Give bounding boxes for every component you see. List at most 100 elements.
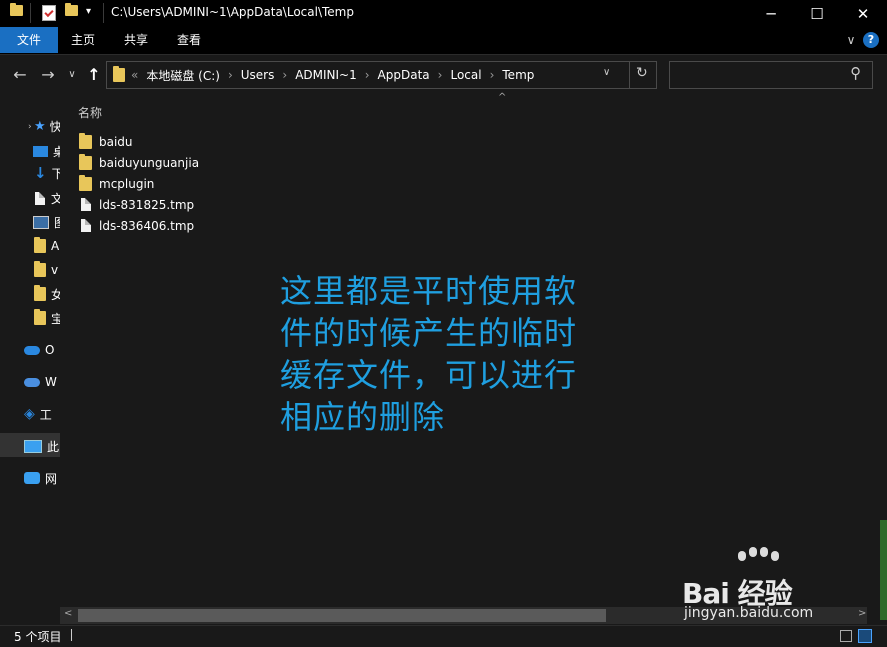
list-item[interactable]: mcplugin [78,173,154,194]
sort-ascending-icon: ^ [498,92,507,103]
sidebar-item-quick-access[interactable]: ★ 快 [34,115,62,137]
recent-locations-button[interactable]: ∨ [65,55,79,95]
sidebar-item-wps[interactable]: W [24,371,57,393]
search-icon[interactable]: ⚲ [850,64,861,82]
properties-icon[interactable] [42,5,56,21]
sidebar-item-network[interactable]: 网 [24,467,57,489]
workbench-icon: ◈ [24,406,35,422]
divider [103,3,104,23]
watermark-url: jingyan.baidu.com [684,605,814,621]
column-header-name[interactable]: 名称 [78,104,102,121]
maximize-button[interactable]: ☐ [794,0,840,27]
file-icon [78,219,93,232]
scroll-right-button[interactable]: > [858,608,866,619]
customize-toolbar-icon[interactable]: ▾ [86,6,91,17]
breadcrumb-overflow[interactable]: « [131,68,138,82]
sidebar-item-label: v [51,263,59,277]
sidebar-item-this-pc[interactable]: 此 [24,435,59,457]
file-icon [78,198,93,211]
breadcrumb-local[interactable]: Local [450,68,481,82]
ribbon-expand-icon[interactable]: ∨ [842,27,860,53]
file-name: mcplugin [99,176,155,191]
annotation-text: 这里都是平时使用软件的时候产生的临时缓存文件，可以进行相应的删除 [280,272,578,436]
breadcrumb-appdata[interactable]: AppData [378,68,430,82]
download-icon: ↓ [34,164,47,182]
sidebar-item-onedrive[interactable]: O [24,339,54,361]
list-item[interactable]: baidu [78,131,133,152]
desktop-icon [33,145,48,157]
folder-icon [34,309,46,325]
list-item[interactable]: lds-836406.tmp [78,215,194,236]
tab-view[interactable]: 查看 [163,27,215,53]
document-icon [35,191,45,205]
minimize-button[interactable]: ─ [748,0,794,27]
forward-button[interactable]: → [38,55,58,95]
sidebar-item-folder[interactable]: v [34,259,58,281]
back-button[interactable]: ← [10,55,30,95]
breadcrumb-separator[interactable]: › [438,68,443,82]
sidebar-item-label: 工 [39,407,52,422]
network-icon [24,472,40,484]
sidebar-item-label: W [45,375,57,389]
breadcrumb-separator[interactable]: › [365,68,370,82]
chevron-right-icon[interactable]: › [28,122,32,132]
folder-icon [78,153,93,170]
search-input[interactable] [669,61,873,89]
paw-logo-icon [738,547,779,561]
this-pc-icon [24,439,42,453]
divider [71,629,72,641]
address-bar[interactable]: « 本地磁盘 (C:) › Users › ADMINI~1 › AppData… [106,61,657,89]
window-title: C:\Users\ADMINI~1\AppData\Local\Temp [111,5,354,19]
file-name: baidu [99,134,133,149]
list-item[interactable]: baiduyunguanjia [78,152,199,173]
tab-file[interactable]: 文件 [0,27,58,53]
star-icon: ★ [34,118,46,134]
file-name: lds-836406.tmp [99,218,195,233]
tab-home[interactable]: 主页 [58,27,108,53]
sidebar-item-folder[interactable]: 女 [34,283,63,305]
onedrive-icon [24,345,40,355]
picture-icon [33,215,49,229]
breadcrumb-users[interactable]: Users [241,68,275,82]
folder-icon [78,132,93,149]
sidebar-item-folder[interactable]: 宝 [34,307,63,329]
large-icons-view-icon[interactable] [858,629,872,643]
divider [629,62,630,88]
folder-icon [78,174,93,191]
folder-icon[interactable] [10,3,23,19]
breadcrumb-admini[interactable]: ADMINI~1 [295,68,357,82]
help-icon[interactable]: ? [863,32,879,48]
refresh-icon[interactable]: ↻ [636,65,648,81]
file-name: baiduyunguanjia [99,155,200,170]
breadcrumb-separator[interactable]: › [490,68,495,82]
divider [30,3,31,23]
breadcrumb-separator[interactable]: › [282,68,287,82]
list-item[interactable]: lds-831825.tmp [78,194,194,215]
new-folder-icon[interactable] [65,3,78,19]
sidebar-item-folder[interactable]: A [34,235,59,257]
up-button[interactable]: ↑ [84,55,104,95]
breadcrumb-local-disk[interactable]: 本地磁盘 (C:) [146,67,220,84]
sidebar-item-workbench[interactable]: ◈ 工 [24,403,52,425]
item-count: 5 个项目 [14,630,62,644]
folder-icon [34,261,46,277]
sidebar-item-documents[interactable]: 文 [35,187,63,209]
sidebar-item-label: 此 [47,439,60,454]
folder-icon [113,66,125,82]
scroll-left-button[interactable]: < [64,608,72,619]
file-name: lds-831825.tmp [99,197,195,212]
close-button[interactable]: ✕ [840,0,886,27]
wps-cloud-icon [24,377,40,387]
address-dropdown-icon[interactable]: ∨ [603,67,610,78]
sidebar-item-label: 网 [45,471,58,486]
tab-share[interactable]: 共享 [110,27,162,53]
sidebar-item-label: A [51,239,60,253]
folder-icon [34,237,46,253]
folder-icon [34,285,46,301]
scrollbar-thumb[interactable] [78,609,606,622]
external-edge-strip [880,520,887,620]
details-view-icon[interactable] [840,630,852,642]
breadcrumb-separator[interactable]: › [228,68,233,82]
breadcrumb-temp[interactable]: Temp [502,68,534,82]
sidebar-item-label: O [45,343,55,357]
